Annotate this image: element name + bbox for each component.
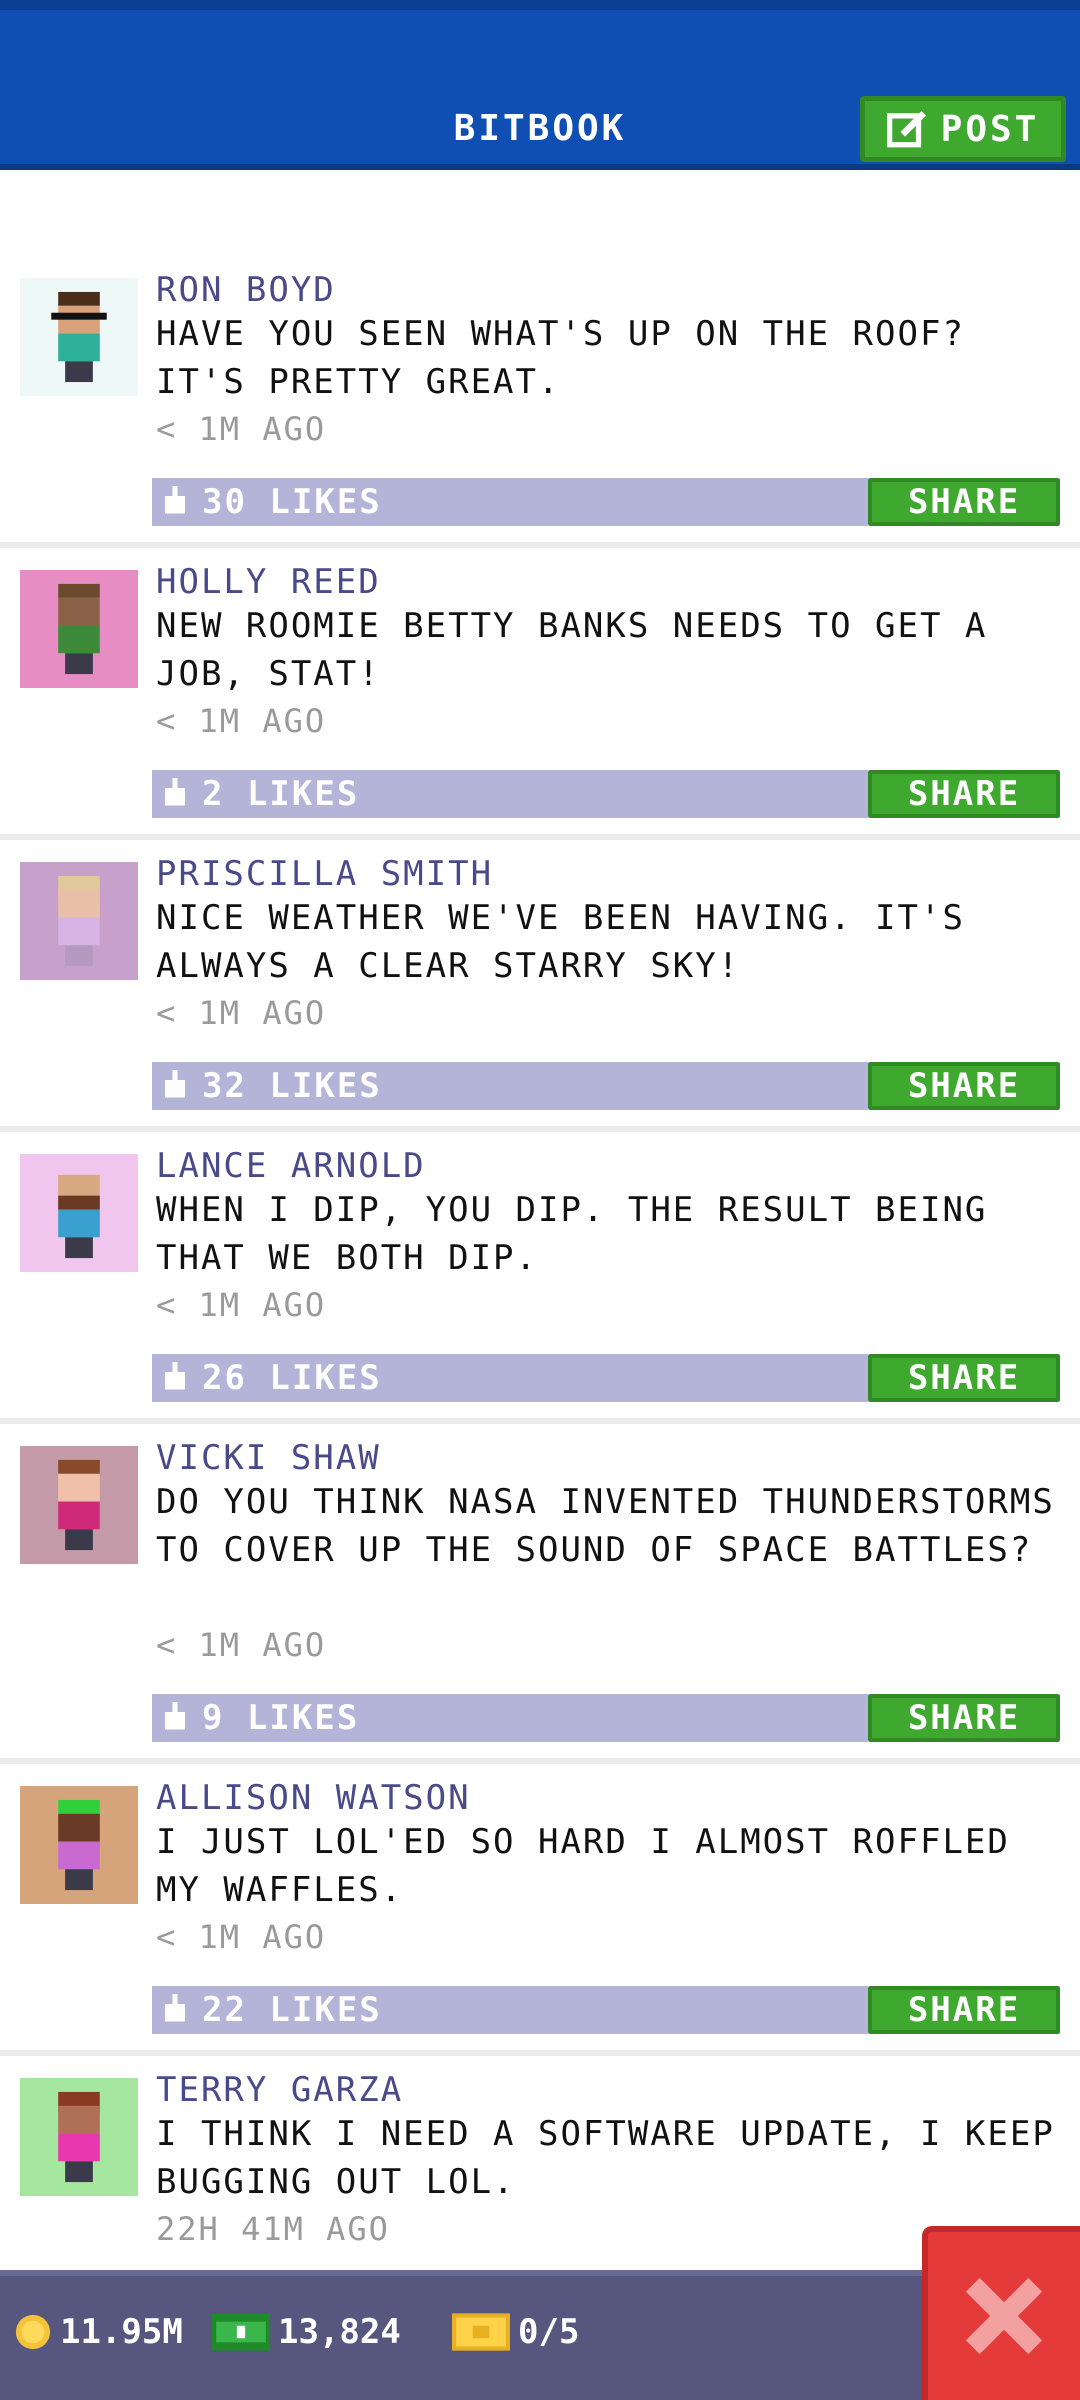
avatar[interactable]: [20, 862, 138, 980]
coins-value: 11.95M: [60, 2312, 183, 2352]
post-author[interactable]: HOLLY REED: [156, 562, 381, 602]
thumbs-up-icon: [165, 1994, 185, 2022]
post-item: TERRY GARZA I THINK I NEED A SOFTWARE UP…: [0, 2062, 1080, 2282]
avatar[interactable]: [20, 1786, 138, 1904]
post-author[interactable]: VICKI SHAW: [156, 1438, 381, 1478]
post-time: < 1M AGO: [156, 410, 327, 448]
post-message: I JUST LOL'ED SO HARD I ALMOST ROFFLED M…: [156, 1822, 1010, 1910]
avatar[interactable]: [20, 1154, 138, 1272]
share-button[interactable]: SHARE: [868, 478, 1060, 526]
share-button[interactable]: SHARE: [868, 770, 1060, 818]
avatar[interactable]: [20, 2078, 138, 2196]
like-bar: 26 LIKES SHARE: [152, 1354, 1060, 1402]
close-icon: [965, 2277, 1043, 2355]
edit-icon: [886, 110, 926, 148]
post-author[interactable]: ALLISON WATSON: [156, 1778, 471, 1818]
post-time: < 1M AGO: [156, 702, 327, 740]
header: BITBOOK POST: [0, 0, 1080, 170]
thumbs-up-icon: [165, 1070, 185, 1098]
like-count: 2 LIKES: [202, 774, 360, 814]
person-icon: [58, 875, 100, 967]
like-count: 9 LIKES: [202, 1698, 360, 1738]
post-item: HOLLY REED NEW ROOMIE BETTY BANKS NEEDS …: [0, 554, 1080, 840]
thumbs-up-icon: [165, 1702, 185, 1730]
bux-stat: 13,824: [212, 2312, 401, 2352]
post-item: ALLISON WATSON I JUST LOL'ED SO HARD I A…: [0, 1770, 1080, 2056]
post-message: WHEN I DIP, YOU DIP. THE RESULT BEING TH…: [156, 1190, 988, 1278]
like-count: 22 LIKES: [202, 1990, 382, 2030]
bux-value: 13,824: [278, 2312, 401, 2352]
bitbook-screen: BITBOOK POST RON BOYD HAVE YOU SEEN WHAT…: [0, 0, 1080, 2400]
share-button[interactable]: SHARE: [868, 1354, 1060, 1402]
like-bar: 30 LIKES SHARE: [152, 478, 1060, 526]
post-item: RON BOYD HAVE YOU SEEN WHAT'S UP ON THE …: [0, 262, 1080, 548]
post-message: HAVE YOU SEEN WHAT'S UP ON THE ROOF? IT'…: [156, 314, 965, 402]
share-button[interactable]: SHARE: [868, 1986, 1060, 2034]
post-author[interactable]: LANCE ARNOLD: [156, 1146, 426, 1186]
post-time: < 1M AGO: [156, 1286, 327, 1324]
post-time: < 1M AGO: [156, 994, 327, 1032]
post-message: NEW ROOMIE BETTY BANKS NEEDS TO GET A JO…: [156, 606, 988, 694]
person-icon: [58, 2091, 100, 2183]
post-item: PRISCILLA SMITH NICE WEATHER WE'VE BEEN …: [0, 846, 1080, 1132]
coins-stat: 11.95M: [14, 2312, 183, 2352]
share-button[interactable]: SHARE: [868, 1694, 1060, 1742]
post-author[interactable]: TERRY GARZA: [156, 2070, 403, 2110]
like-count: 26 LIKES: [202, 1358, 382, 1398]
post-time: < 1M AGO: [156, 1918, 327, 1956]
avatar[interactable]: [20, 570, 138, 688]
ticket-icon: [452, 2313, 510, 2351]
like-bar: 2 LIKES SHARE: [152, 770, 1060, 818]
share-button[interactable]: SHARE: [868, 1062, 1060, 1110]
person-icon: [51, 291, 107, 383]
post-time: < 1M AGO: [156, 1626, 327, 1664]
avatar[interactable]: [20, 278, 138, 396]
thumbs-up-icon: [165, 1362, 185, 1390]
person-icon: [58, 1459, 100, 1551]
currency-bar: 11.95M 13,824 0/5: [0, 2270, 1080, 2400]
post-message: NICE WEATHER WE'VE BEEN HAVING. IT'S ALW…: [156, 898, 965, 986]
person-icon: [58, 583, 100, 675]
thumbs-up-icon: [165, 778, 185, 806]
post-author[interactable]: PRISCILLA SMITH: [156, 854, 493, 894]
post-time: 22H 41M AGO: [156, 2210, 390, 2248]
like-bar: 32 LIKES SHARE: [152, 1062, 1060, 1110]
like-bar: 9 LIKES SHARE: [152, 1694, 1060, 1742]
post-item: LANCE ARNOLD WHEN I DIP, YOU DIP. THE RE…: [0, 1138, 1080, 1424]
like-count: 30 LIKES: [202, 482, 382, 522]
tickets-stat: 0/5: [452, 2312, 579, 2352]
bux-icon: [212, 2313, 270, 2351]
post-item: VICKI SHAW DO YOU THINK NASA INVENTED TH…: [0, 1430, 1080, 1764]
post-message: DO YOU THINK NASA INVENTED THUNDERSTORMS…: [156, 1482, 1055, 1570]
thumbs-up-icon: [165, 486, 185, 514]
tickets-value: 0/5: [518, 2312, 580, 2352]
post-button[interactable]: POST: [860, 96, 1066, 162]
like-bar: 22 LIKES SHARE: [152, 1986, 1060, 2034]
close-button[interactable]: [922, 2226, 1080, 2400]
person-icon: [58, 1799, 100, 1891]
like-count: 32 LIKES: [202, 1066, 382, 1106]
avatar[interactable]: [20, 1446, 138, 1564]
post-button-label: POST: [940, 108, 1040, 150]
post-author[interactable]: RON BOYD: [156, 270, 336, 310]
person-icon: [58, 1174, 100, 1259]
coin-icon: [15, 2314, 51, 2350]
post-message: I THINK I NEED A SOFTWARE UPDATE, I KEEP…: [156, 2114, 1055, 2202]
